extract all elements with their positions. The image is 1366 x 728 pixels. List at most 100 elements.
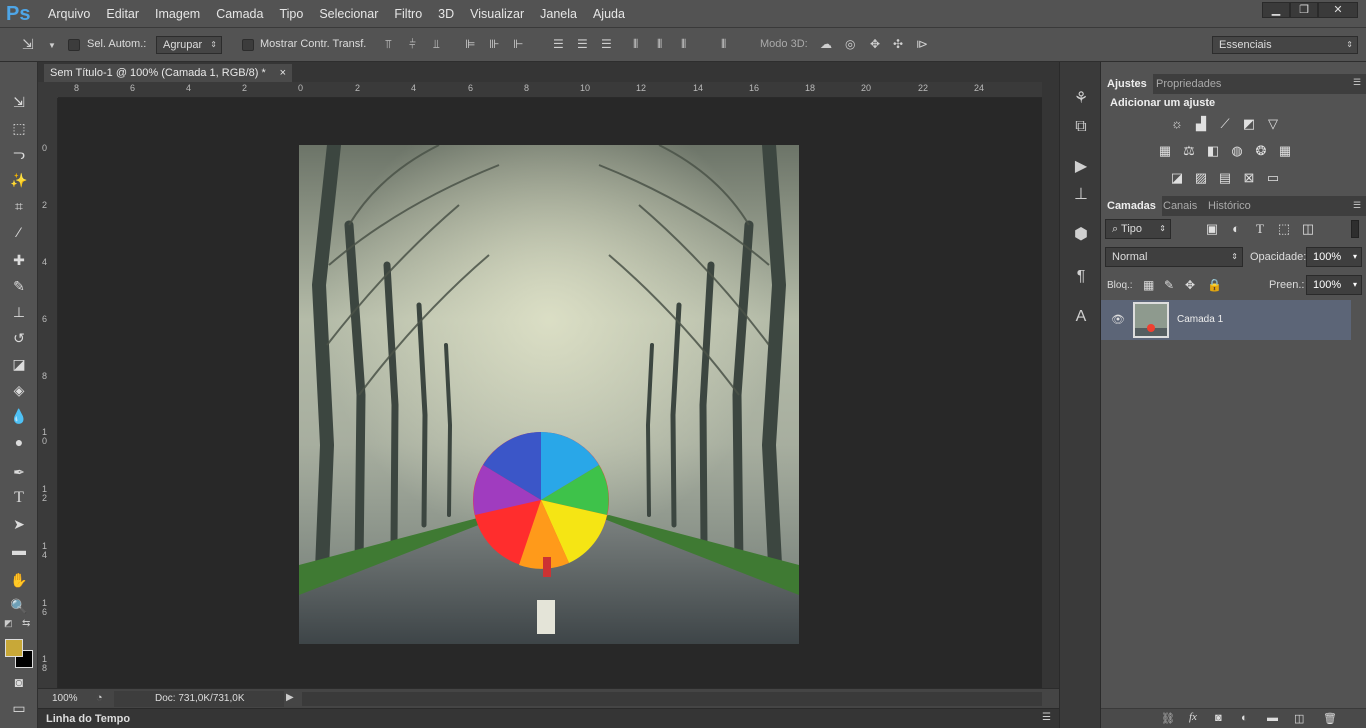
timeline-tab[interactable]: Linha do Tempo [46, 713, 130, 725]
rotate-3d-icon[interactable]: ☁ [820, 38, 832, 50]
gradient-map-icon[interactable]: ▭ [1264, 170, 1282, 186]
exposure-icon[interactable]: ◩ [1240, 116, 1258, 132]
menu-item-editar[interactable]: Editar [98, 0, 147, 28]
panel-menu-icon[interactable]: ☰ [1353, 77, 1361, 88]
new-group-icon[interactable]: ▬ [1267, 712, 1278, 724]
levels-icon[interactable]: ▟ [1192, 116, 1210, 132]
align-hcenter-icon[interactable]: ⊪ [489, 38, 499, 50]
marquee-tool-icon[interactable]: ⬚ [8, 118, 30, 138]
color-balance-icon[interactable]: ⚖ [1180, 143, 1198, 159]
auto-align-icon[interactable]: ⦀ [721, 38, 726, 50]
menu-item-visualizar[interactable]: Visualizar [462, 0, 532, 28]
auto-select-dropdown[interactable]: Agrupar ⇕ [156, 36, 222, 54]
restore-button[interactable]: ❐ [1290, 2, 1318, 18]
tab-properties[interactable]: Propriedades [1150, 74, 1227, 94]
align-right-icon[interactable]: ⊩ [513, 38, 523, 50]
magic-wand-tool-icon[interactable]: ✨ [8, 170, 30, 190]
fill-field[interactable]: 100% ▾ [1306, 275, 1362, 295]
threshold-icon[interactable]: ▤ [1216, 170, 1234, 186]
paragraph-icon[interactable]: ¶ [1070, 266, 1092, 288]
align-left-icon[interactable]: ⊫ [465, 38, 475, 50]
hand-tool-icon[interactable]: ✋ [8, 570, 30, 590]
camera-3d-icon[interactable]: ⧐ [916, 38, 928, 50]
black-white-icon[interactable]: ◧ [1204, 143, 1222, 159]
add-mask-icon[interactable]: ◙ [1215, 712, 1222, 724]
rectangle-tool-icon[interactable]: ▬ [8, 540, 30, 560]
filter-type-icon[interactable]: T [1251, 221, 1269, 237]
history-brush-tool-icon[interactable]: ↺ [8, 328, 30, 348]
layer-row[interactable]: 👁 Camada 1 [1101, 300, 1351, 340]
slide-3d-icon[interactable]: ✣ [893, 38, 903, 50]
workspace-dropdown[interactable]: Essenciais ⇕ [1212, 36, 1358, 54]
actions-play-icon[interactable]: ▶ [1070, 156, 1092, 178]
status-arrow-icon[interactable]: ▶ [286, 692, 294, 703]
path-selection-tool-icon[interactable]: ➤ [8, 514, 30, 534]
drag-3d-icon[interactable]: ✥ [870, 38, 880, 50]
new-layer-icon[interactable]: ◫ [1294, 712, 1304, 725]
tab-layers[interactable]: Camadas [1101, 196, 1162, 216]
menu-item-selecionar[interactable]: Selecionar [311, 0, 386, 28]
selective-color-icon[interactable]: ⊠ [1240, 170, 1258, 186]
document-tab[interactable]: Sem Título-1 @ 100% (Camada 1, RGB/8) * … [44, 64, 292, 82]
menu-item-tipo[interactable]: Tipo [271, 0, 311, 28]
dodge-tool-icon[interactable]: ● [8, 432, 30, 452]
menu-item-filtro[interactable]: Filtro [386, 0, 430, 28]
tab-channels[interactable]: Canais [1157, 196, 1203, 216]
eraser-tool-icon[interactable]: ◪ [8, 354, 30, 374]
type-tool-icon[interactable]: T [8, 488, 30, 508]
lasso-tool-icon[interactable]: ᓓ [8, 144, 30, 164]
healing-brush-tool-icon[interactable]: ✚ [8, 250, 30, 270]
move-tool-icon[interactable]: ⇲ [8, 92, 30, 112]
curves-icon[interactable]: ⟋ [1216, 116, 1234, 132]
align-top-icon[interactable]: ⫪ [385, 38, 392, 50]
screen-mode-icon[interactable]: ▭ [8, 698, 30, 718]
minimize-button[interactable]: ▁ [1262, 2, 1290, 18]
photo-filter-icon[interactable]: ◍ [1228, 143, 1246, 159]
menu-item-3d[interactable]: 3D [430, 0, 462, 28]
opacity-field[interactable]: 100% ▾ [1306, 247, 1362, 267]
new-adjustment-layer-icon[interactable]: ◐ [1241, 712, 1248, 724]
menu-item-camada[interactable]: Camada [208, 0, 271, 28]
crop-tool-icon[interactable]: ⌗ [8, 196, 30, 216]
move-tool-icon[interactable]: ⇲ [22, 37, 34, 51]
fx-icon[interactable]: fx [1189, 711, 1197, 723]
vibrance-icon[interactable]: ▽ [1264, 116, 1282, 132]
delete-layer-icon[interactable]: 🗑 [1323, 712, 1337, 725]
lock-transparent-icon[interactable]: ▦ [1143, 278, 1154, 292]
show-transform-checkbox[interactable] [242, 39, 254, 51]
align-vcenter-icon[interactable]: ⫩ [409, 38, 416, 50]
menu-item-arquivo[interactable]: Arquivo [40, 0, 98, 28]
document-image[interactable] [299, 145, 799, 644]
filter-smart-object-icon[interactable]: ◫ [1299, 221, 1317, 237]
distribute-right-icon[interactable]: ⦀ [681, 38, 686, 50]
quick-mask-icon[interactable]: ◙ [8, 672, 30, 692]
horizontal-scrollbar[interactable] [302, 692, 1042, 706]
tool-presets-icon[interactable]: ⊥ [1070, 184, 1092, 206]
roll-3d-icon[interactable]: ◎ [845, 38, 855, 50]
character-icon[interactable]: A [1070, 306, 1092, 328]
lock-position-icon[interactable]: ✥ [1185, 278, 1195, 292]
brightness-contrast-icon[interactable]: ☼ [1168, 116, 1186, 132]
link-layers-icon[interactable]: ⛓ [1161, 712, 1175, 725]
brush-settings-icon[interactable]: ⧉ [1070, 116, 1092, 138]
brush-presets-icon[interactable]: ⚘ [1070, 88, 1092, 110]
invert-icon[interactable]: ◪ [1168, 170, 1186, 186]
hue-saturation-icon[interactable]: ▦ [1156, 143, 1174, 159]
align-bottom-icon[interactable]: ⫫ [433, 38, 440, 50]
3d-panel-icon[interactable]: ⬢ [1070, 224, 1092, 246]
paint-bucket-tool-icon[interactable]: ◈ [8, 380, 30, 400]
filter-adjustment-icon[interactable]: ◐ [1227, 221, 1245, 237]
panel-menu-icon[interactable]: ☰ [1353, 200, 1361, 211]
stamp-tool-icon[interactable]: ⊥ [8, 302, 30, 322]
menu-item-ajuda[interactable]: Ajuda [585, 0, 633, 28]
tool-preset-chevron-icon[interactable]: ▼ [48, 40, 56, 52]
panel-menu-icon[interactable]: ☰ [1042, 712, 1051, 723]
brush-tool-icon[interactable]: ✎ [8, 276, 30, 296]
vertical-scrollbar[interactable] [1042, 82, 1059, 688]
zoom-level[interactable]: 100% [52, 693, 78, 704]
distribute-bottom-icon[interactable]: ☰ [601, 38, 612, 50]
menu-item-imagem[interactable]: Imagem [147, 0, 208, 28]
lock-pixels-icon[interactable]: ✎ [1164, 278, 1174, 292]
eyedropper-tool-icon[interactable]: ⁄ [8, 222, 30, 242]
blend-mode-dropdown[interactable]: Normal ⇕ [1105, 247, 1243, 267]
